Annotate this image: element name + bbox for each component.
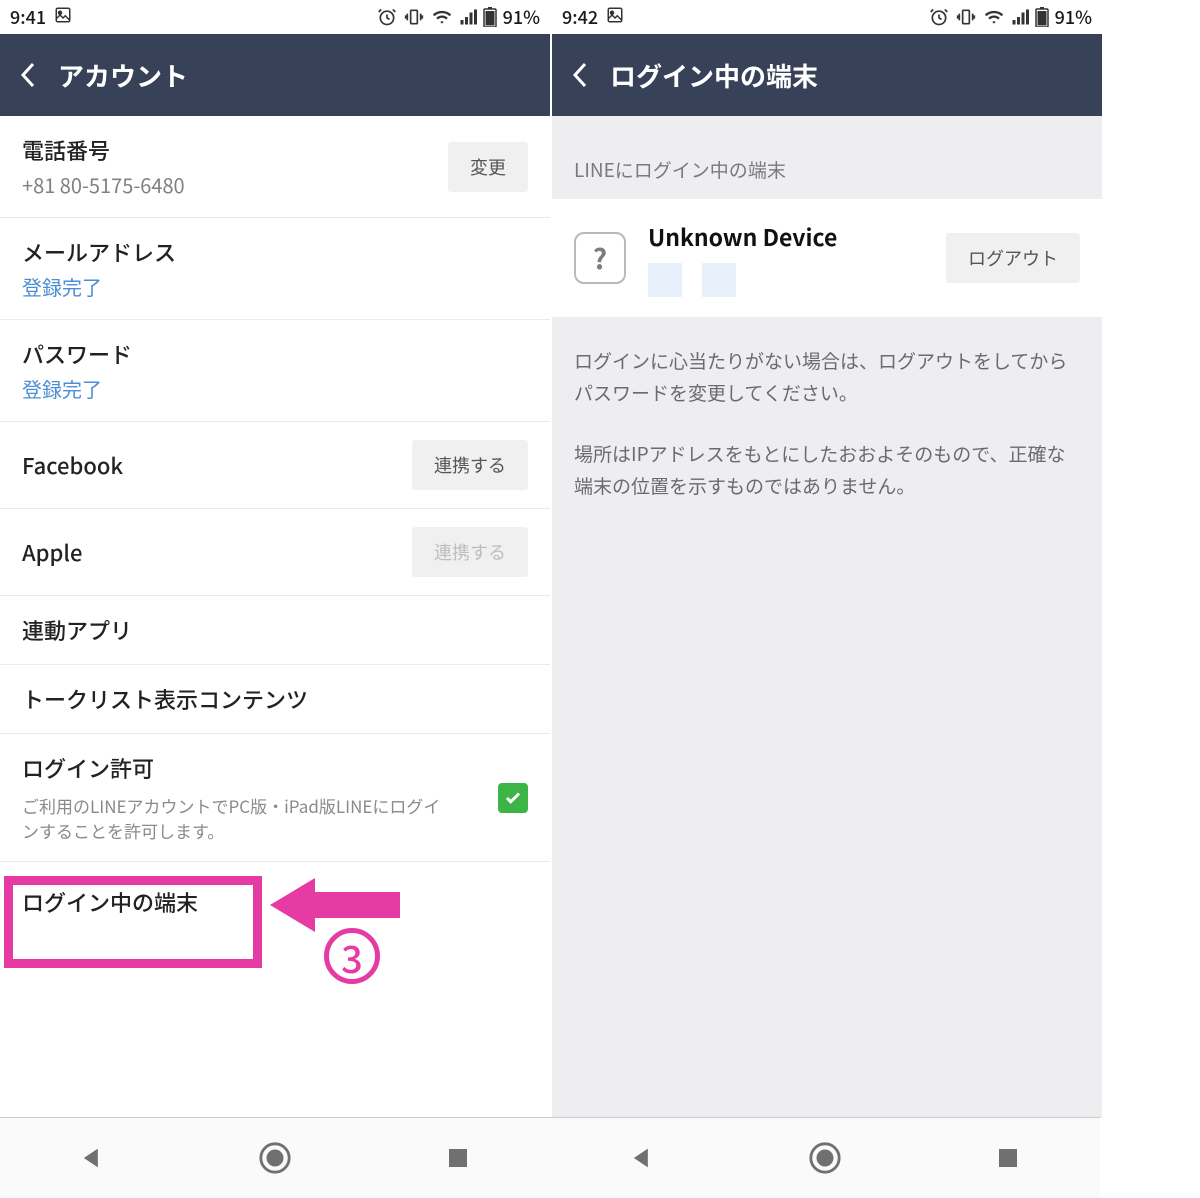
login-permission-desc: ご利用のLINEアカウントでPC版・iPad版LINEにログインすることを許可し… <box>22 794 452 843</box>
redacted-meta <box>648 263 924 297</box>
status-time: 9:41 <box>10 4 46 30</box>
nav-recent-button[interactable] <box>438 1138 478 1178</box>
signal-icon <box>459 8 477 26</box>
page-title: ログイン中の端末 <box>610 57 818 94</box>
vibrate-icon <box>955 7 977 27</box>
talk-list-label: トークリスト表示コンテンツ <box>22 683 308 715</box>
logged-in-devices-label: ログイン中の端末 <box>22 886 198 918</box>
note-text-1: ログインに心当たりがない場合は、ログアウトをしてからパスワードを変更してください… <box>574 345 1080 410</box>
email-label: メールアドレス <box>22 236 176 268</box>
settings-list: 電話番号 +81 80-5175-6480 変更 メールアドレス 登録完了 パス… <box>0 116 550 1118</box>
facebook-link-button[interactable]: 連携する <box>412 440 528 490</box>
wifi-icon <box>983 7 1005 27</box>
nav-home-button[interactable] <box>255 1138 295 1178</box>
phone-screenshot-right: 9:42 91% ログイン中の端末 LINEにログイン中の端末 ? Unknow… <box>552 0 1102 1118</box>
signal-icon <box>1011 8 1029 26</box>
app-header: アカウント <box>0 34 550 116</box>
vibrate-icon <box>403 7 425 27</box>
login-permission-toggle[interactable] <box>498 783 528 813</box>
devices-content: LINEにログイン中の端末 ? Unknown Device ログアウト ログイ… <box>552 116 1102 1118</box>
battery-icon <box>1035 7 1049 27</box>
apple-label: Apple <box>22 536 82 568</box>
system-nav-bar <box>0 1118 1100 1198</box>
wifi-icon <box>431 7 453 27</box>
row-email[interactable]: メールアドレス 登録完了 <box>0 218 550 320</box>
row-password[interactable]: パスワード 登録完了 <box>0 320 550 422</box>
battery-percent: 91% <box>503 4 540 30</box>
alarm-icon <box>929 7 949 27</box>
phone-screenshot-left: 9:41 91% アカウント 電話番号 +81 80-5175-6480 変更 <box>0 0 550 1118</box>
row-apple[interactable]: Apple 連携する <box>0 509 550 596</box>
image-icon <box>54 4 72 30</box>
back-button[interactable] <box>566 61 594 89</box>
status-bar: 9:41 91% <box>0 0 550 34</box>
alarm-icon <box>377 7 397 27</box>
phone-value: +81 80-5175-6480 <box>22 170 185 199</box>
password-status: 登録完了 <box>22 374 132 403</box>
redacted-block <box>702 263 736 297</box>
annotation-step-number: 3 <box>324 928 380 984</box>
password-label: パスワード <box>22 338 132 370</box>
app-header: ログイン中の端末 <box>552 34 1102 116</box>
nav-back-button[interactable] <box>622 1138 662 1178</box>
status-bar: 9:42 91% <box>552 0 1102 34</box>
row-talk-list-content[interactable]: トークリスト表示コンテンツ <box>0 665 550 734</box>
image-icon <box>606 4 624 30</box>
email-status: 登録完了 <box>22 272 176 301</box>
battery-icon <box>483 7 497 27</box>
row-facebook[interactable]: Facebook 連携する <box>0 422 550 509</box>
device-row: ? Unknown Device ログアウト <box>552 199 1102 317</box>
back-button[interactable] <box>14 61 42 89</box>
change-button[interactable]: 変更 <box>448 142 528 192</box>
logout-button[interactable]: ログアウト <box>946 233 1080 283</box>
linked-apps-label: 連動アプリ <box>22 614 132 646</box>
redacted-block <box>648 263 682 297</box>
apple-link-button[interactable]: 連携する <box>412 527 528 577</box>
unknown-device-icon: ? <box>574 232 626 284</box>
section-header: LINEにログイン中の端末 <box>552 116 1102 199</box>
footer-notes: ログインに心当たりがない場合は、ログアウトをしてからパスワードを変更してください… <box>552 317 1102 530</box>
phone-label: 電話番号 <box>22 134 185 166</box>
nav-back-button[interactable] <box>72 1138 112 1178</box>
annotation-arrow-icon <box>270 870 400 940</box>
device-name: Unknown Device <box>648 219 924 253</box>
row-login-permission[interactable]: ログイン許可 ご利用のLINEアカウントでPC版・iPad版LINEにログインす… <box>0 734 550 862</box>
battery-percent: 91% <box>1055 4 1092 30</box>
page-title: アカウント <box>58 57 188 94</box>
login-permission-label: ログイン許可 <box>22 752 452 784</box>
facebook-label: Facebook <box>22 449 123 481</box>
note-text-2: 場所はIPアドレスをもとにしたおおよそのもので、正確な端末の位置を示すものではあ… <box>574 438 1080 503</box>
nav-home-button[interactable] <box>805 1138 845 1178</box>
row-linked-apps[interactable]: 連動アプリ <box>0 596 550 665</box>
status-time: 9:42 <box>562 4 598 30</box>
row-phone-number[interactable]: 電話番号 +81 80-5175-6480 変更 <box>0 116 550 218</box>
nav-recent-button[interactable] <box>988 1138 1028 1178</box>
